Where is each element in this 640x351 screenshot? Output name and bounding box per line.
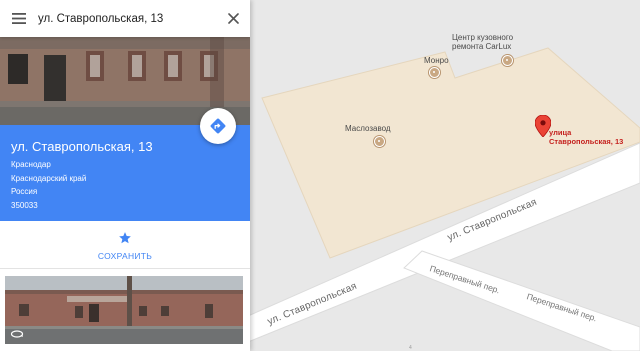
directions-button[interactable] — [200, 108, 236, 144]
poi-marker-carlux[interactable] — [502, 55, 513, 66]
poi-marker-monro[interactable] — [429, 67, 440, 78]
address-postcode: 350033 — [11, 201, 38, 210]
poi-label-carlux-line2: ремонта CarLux — [452, 42, 512, 52]
place-title: ул. Ставропольская, 13 — [11, 139, 153, 154]
search-input[interactable] — [38, 0, 216, 37]
rotate-360-icon — [10, 330, 24, 338]
poi-label-monro: Монро — [424, 56, 449, 65]
menu-button[interactable] — [0, 0, 38, 37]
address-region: Краснодарский край — [11, 174, 87, 183]
search-bar — [0, 0, 250, 37]
pin-label: улица Ставропольская, 13 — [549, 128, 624, 146]
save-label: СОХРАНИТЬ — [97, 251, 153, 261]
directions-icon — [210, 118, 226, 134]
poi-label-carlux-line1: Центр кузовного — [452, 33, 514, 42]
poi-marker-maslozavod[interactable] — [374, 136, 385, 147]
street-view-image — [5, 276, 243, 344]
star-icon — [119, 232, 131, 244]
pin-label-line2: Ставропольская, 13 — [549, 136, 624, 146]
place-panel: ул. Ставропольская, 13 Краснодар Краснод… — [0, 0, 250, 351]
address-country: Россия — [11, 187, 38, 196]
close-search-button[interactable] — [216, 0, 250, 37]
menu-icon — [12, 13, 26, 24]
save-button[interactable]: СОХРАНИТЬ — [0, 221, 250, 269]
poi-label-maslozavod: Маслозавод — [345, 124, 391, 133]
street-view-thumbnail[interactable] — [5, 276, 243, 344]
poi-label-carlux: Центр кузовного ремонта CarLux — [452, 33, 513, 51]
close-icon — [227, 13, 239, 24]
address-city: Краснодар — [11, 160, 51, 169]
map-tick: 4 — [409, 345, 412, 351]
